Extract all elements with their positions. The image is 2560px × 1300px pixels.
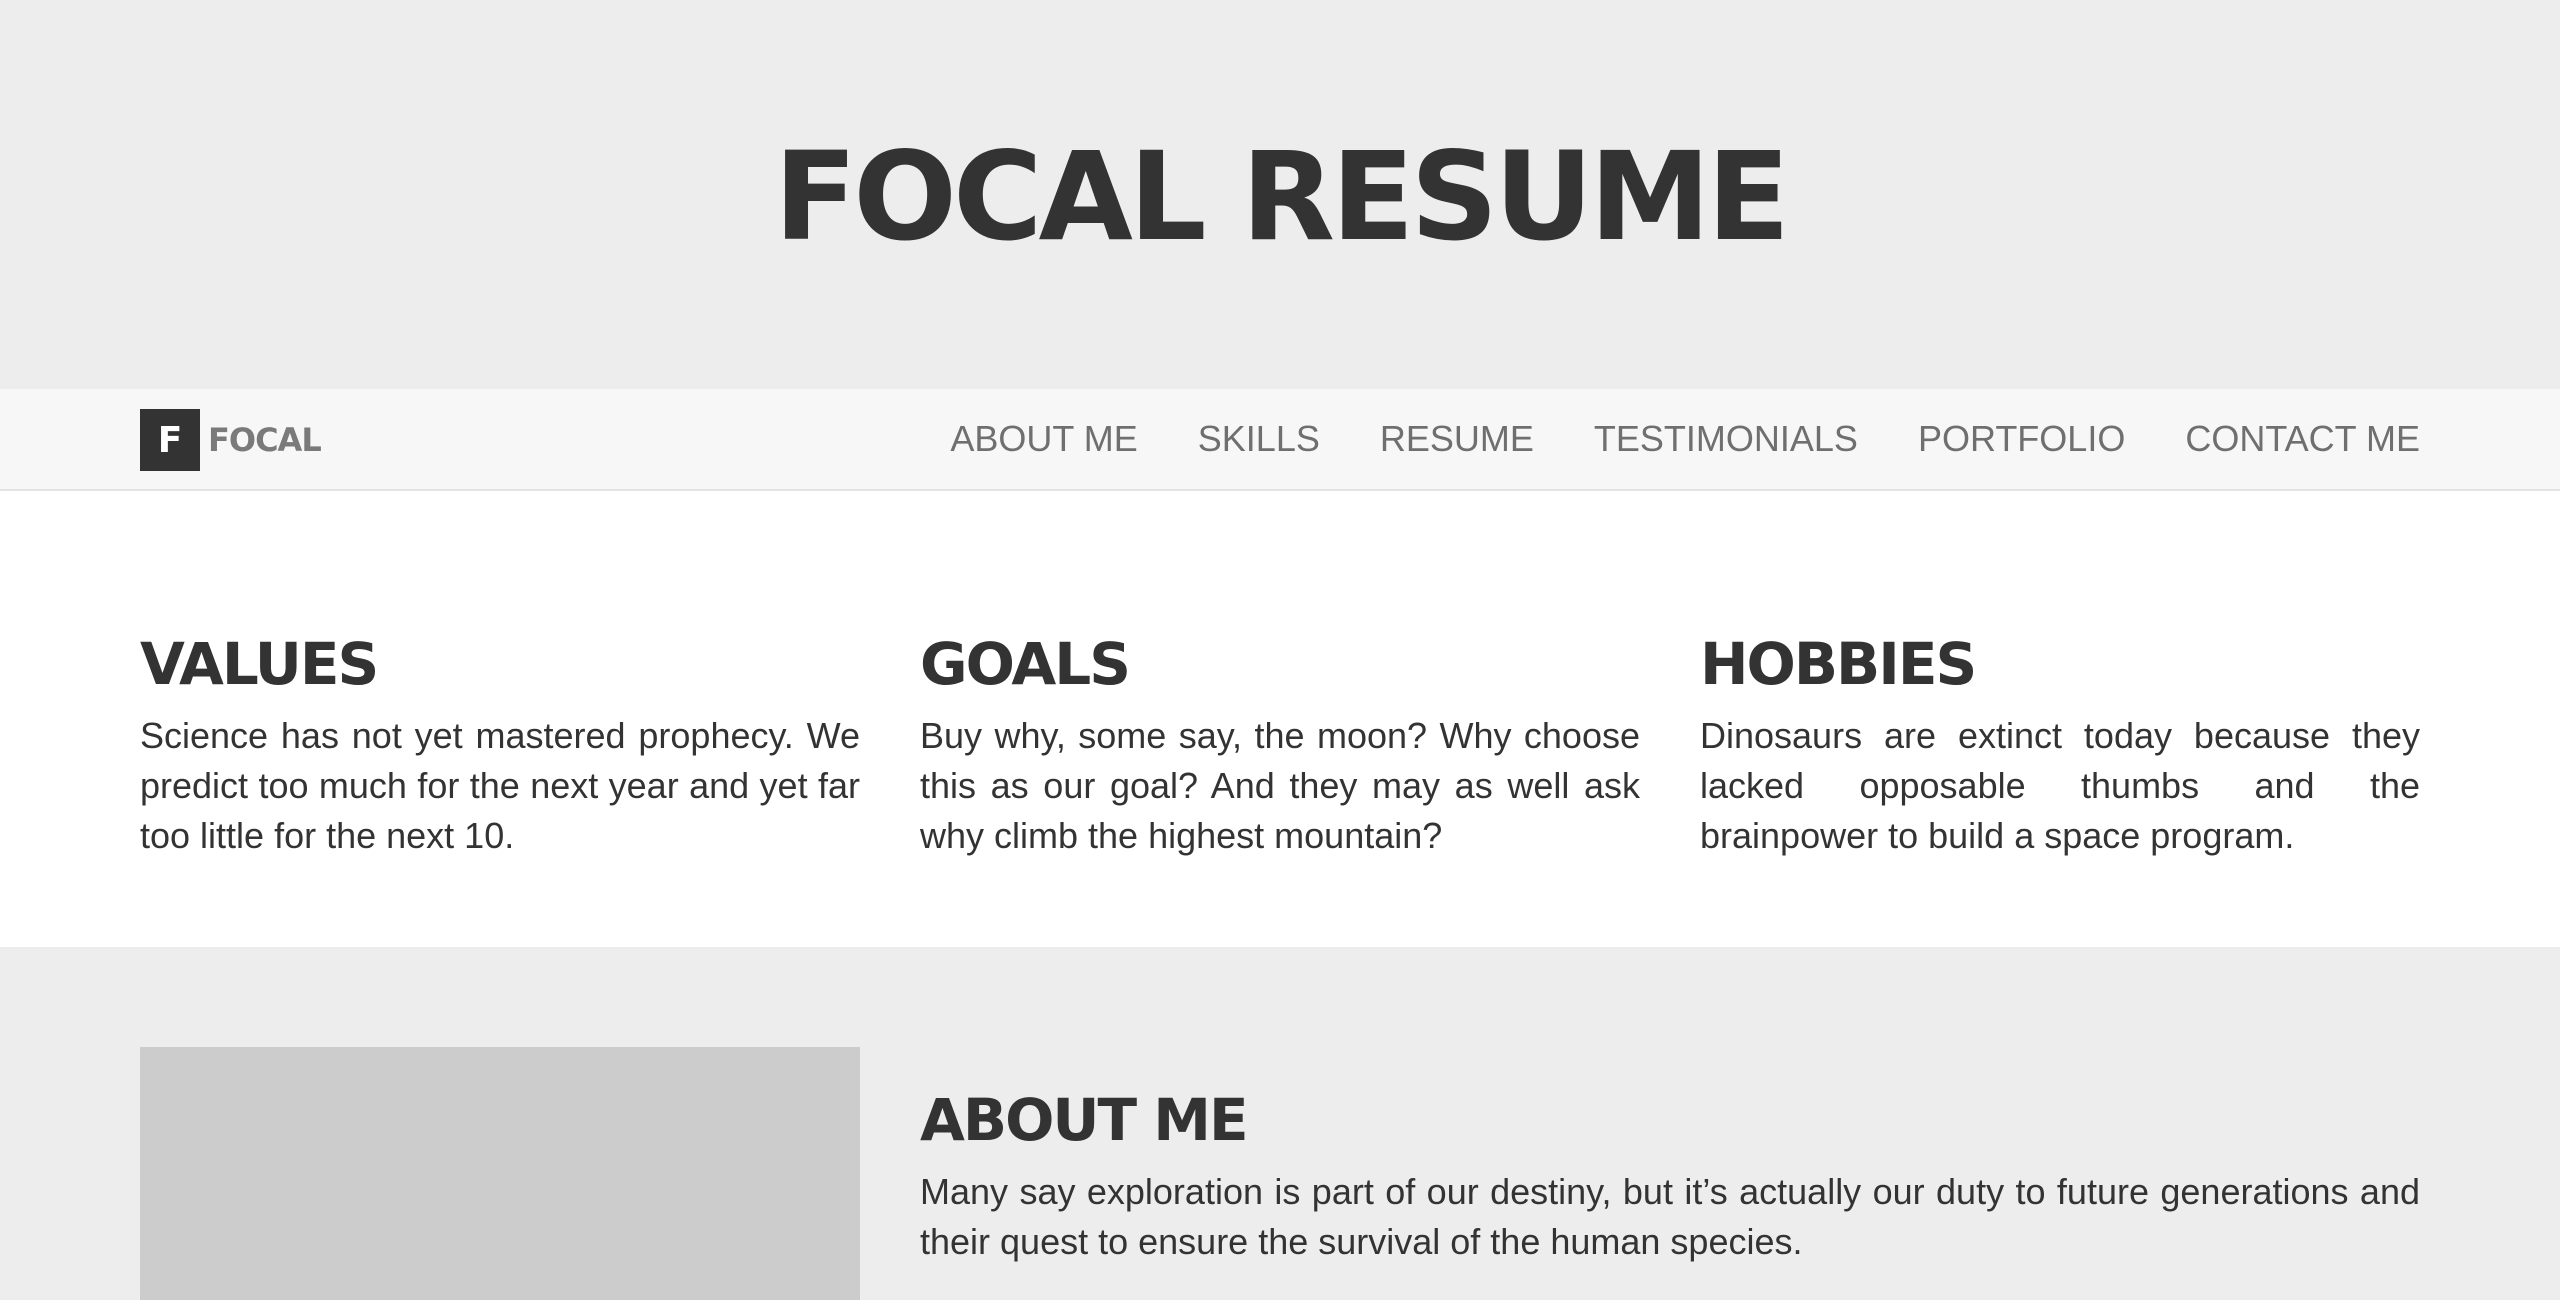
values-goals-hobbies-section: VALUES Science has not yet mastered prop…: [0, 491, 2560, 947]
nav-item-skills[interactable]: SKILLS: [1198, 418, 1320, 460]
brand-mark: F: [140, 409, 200, 471]
hobbies-heading: HOBBIES: [1700, 630, 1977, 698]
about-me-content: ABOUT ME Many say exploration is part of…: [920, 1085, 2420, 1267]
nav-menu: ABOUT ME SKILLS RESUME TESTIMONIALS PORT…: [950, 389, 2420, 489]
nav-item-about-me[interactable]: ABOUT ME: [950, 418, 1137, 460]
profile-image-placeholder: [140, 1047, 860, 1300]
about-me-heading: ABOUT ME: [920, 1086, 1249, 1154]
nav-item-resume[interactable]: RESUME: [1380, 418, 1534, 460]
navbar: F FOCAL ABOUT ME SKILLS RESUME TESTIMONI…: [0, 389, 2560, 491]
nav-item-portfolio[interactable]: PORTFOLIO: [1918, 418, 2125, 460]
goals-heading: GOALS: [920, 630, 1131, 698]
brand-text: FOCAL: [208, 421, 322, 459]
about-me-text: Many say exploration is part of our dest…: [920, 1171, 2420, 1262]
goals-text: Buy why, some say, the moon? Why choose …: [920, 715, 1640, 856]
about-me-section: ABOUT ME Many say exploration is part of…: [0, 947, 2560, 1300]
hobbies-text: Dinosaurs are extinct today because they…: [1700, 715, 2420, 856]
hero-banner: FOCAL RESUME: [0, 0, 2560, 389]
goals-column: GOALS Buy why, some say, the moon? Why c…: [920, 629, 1640, 861]
hobbies-column: HOBBIES Dinosaurs are extinct today beca…: [1700, 629, 2420, 861]
brand-logo[interactable]: F FOCAL: [140, 409, 322, 471]
values-column: VALUES Science has not yet mastered prop…: [140, 629, 860, 861]
page-title: FOCAL RESUME: [773, 126, 1790, 268]
nav-item-contact-me[interactable]: CONTACT ME: [2185, 418, 2420, 460]
values-text: Science has not yet mastered prophecy. W…: [140, 715, 860, 856]
values-heading: VALUES: [140, 630, 379, 698]
nav-item-testimonials[interactable]: TESTIMONIALS: [1594, 418, 1858, 460]
